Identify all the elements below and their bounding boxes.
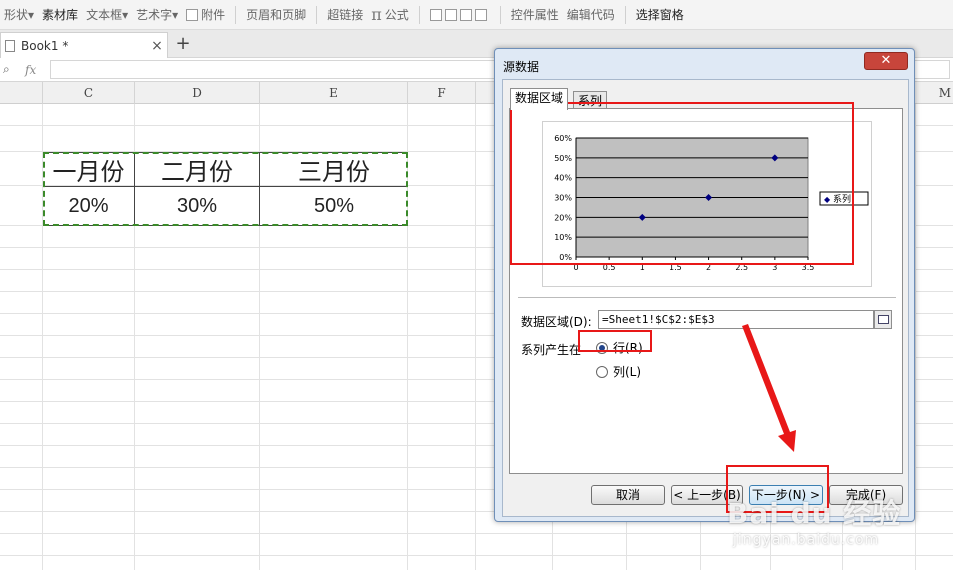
dialog-body: 数据区域 系列 0% 10% 20% 30% 40% 50% 60% 0 0.5 1 1.5 2 2.5…	[502, 79, 909, 517]
chart-legend-label: 系列	[833, 193, 851, 205]
previous-step-button[interactable]: < 上一步(B)	[671, 485, 743, 505]
column-header-c[interactable]: C	[43, 82, 135, 104]
tab-panel: 0% 10% 20% 30% 40% 50% 60% 0 0.5 1 1.5 2 2.5 3 3.5 ◆ 系列 …	[509, 108, 903, 474]
cell-e3[interactable]: 50%	[260, 186, 408, 226]
ribbon-control-properties-button[interactable]: 控件属性	[507, 0, 563, 29]
ribbon-separator	[235, 5, 237, 24]
spinner-control-icon	[459, 8, 472, 21]
tab-data-range[interactable]: 数据区域	[510, 88, 569, 110]
cancel-button[interactable]: 取消	[591, 485, 665, 505]
series-in-rows-label: 行(R)	[613, 341, 643, 355]
cell-e2[interactable]: 三月份	[260, 152, 408, 186]
source-data-dialog: 源数据 ✕ 数据区域 系列 0% 10% 20% 30% 40% 50% 60% 0 0.5 1 1…	[494, 48, 915, 522]
ribbon-attachment-button[interactable]: 附件	[182, 0, 229, 29]
listbox-control-icon	[444, 8, 457, 21]
column-header-partial[interactable]	[0, 82, 43, 104]
cell-d3[interactable]: 30%	[135, 186, 259, 226]
grid-line	[475, 104, 476, 570]
series-in-columns-option[interactable]: 列(L)	[596, 363, 641, 380]
data-range-input[interactable]: =Sheet1!$C$2:$E$3	[598, 310, 874, 329]
new-tab-icon[interactable]: +	[174, 33, 192, 54]
chart-x-tick-label: 0.5	[603, 263, 616, 272]
ribbon-material-library-button[interactable]: 素材库	[38, 0, 82, 29]
series-in-columns-radio[interactable]	[596, 365, 608, 378]
chart-x-tick-label: 2.5	[735, 263, 748, 272]
series-in-label: 系列产生在	[521, 343, 582, 357]
series-in-rows-radio[interactable]	[596, 341, 608, 354]
chart-x-tick-label: 3.5	[802, 263, 815, 272]
ribbon-shape-button[interactable]: 形状 ▾	[0, 0, 38, 29]
attachment-icon	[186, 8, 199, 21]
column-header-f[interactable]: F	[408, 82, 476, 104]
data-range-label: 数据区域(D):	[521, 315, 592, 329]
form-control-icon	[429, 8, 442, 21]
ribbon-hyperlink-button[interactable]: 超链接	[323, 0, 367, 29]
pi-icon: π	[371, 5, 382, 24]
ribbon-separator	[316, 5, 318, 24]
sheet-data-table: 一月份 二月份 三月份 20% 30% 50%	[43, 152, 408, 226]
collapse-dialog-button[interactable]	[874, 310, 892, 329]
chart-x-tick-label: 1.5	[669, 263, 682, 272]
fx-icon[interactable]: fx	[25, 63, 36, 77]
chart-x-tick-label: 1	[640, 263, 645, 272]
next-step-button[interactable]: 下一步(N) >	[749, 485, 823, 505]
grid-line	[0, 533, 953, 534]
series-in-rows-option[interactable]: 行(R)	[596, 339, 643, 356]
chart-preview: 0% 10% 20% 30% 40% 50% 60% 0 0.5 1 1.5 2 2.5 3 3.5 ◆ 系列	[542, 121, 872, 287]
close-tab-icon[interactable]: ×	[147, 38, 167, 54]
chart-x-tick-label: 0	[573, 263, 578, 272]
ribbon-textbox-button[interactable]: 文本框 ▾	[82, 0, 132, 29]
column-header-d[interactable]: D	[135, 82, 260, 104]
ribbon-separator	[499, 5, 501, 24]
ribbon-wordart-button[interactable]: 艺术字 ▾	[132, 0, 182, 29]
chart-preview-svg: 0% 10% 20% 30% 40% 50% 60% 0 0.5 1 1.5 2 2.5 3 3.5 ◆ 系列	[554, 134, 869, 272]
chart-legend-marker: ◆	[824, 195, 831, 204]
ribbon-control-icons[interactable]	[426, 0, 494, 29]
chart-y-tick-label: 20%	[554, 213, 572, 222]
ribbon-selection-pane-button[interactable]: 选择窗格	[632, 0, 688, 29]
column-header-m[interactable]: M	[915, 82, 953, 104]
ribbon-edit-code-button[interactable]: 编辑代码	[563, 0, 619, 29]
divider	[518, 297, 896, 298]
chart-y-tick-label: 10%	[554, 233, 572, 242]
finish-button[interactable]: 完成(F)	[829, 485, 903, 505]
cell-c2[interactable]: 一月份	[43, 152, 134, 186]
scroll-control-icon	[474, 8, 487, 21]
document-tab-label: Book1 *	[21, 38, 69, 53]
document-tab-book1[interactable]: Book1 * ×	[0, 32, 168, 58]
chart-y-tick-label: 50%	[554, 154, 572, 163]
zoom-icon[interactable]: ⌕	[3, 62, 17, 77]
ribbon-separator	[418, 5, 420, 24]
grid-line	[0, 555, 953, 556]
chart-y-tick-label: 40%	[554, 174, 572, 183]
column-header-e[interactable]: E	[260, 82, 408, 104]
grid-line	[915, 104, 916, 570]
ribbon-separator	[624, 5, 626, 24]
series-in-columns-label: 列(L)	[613, 365, 642, 379]
chart-x-tick-label: 3	[772, 263, 777, 272]
dialog-title: 源数据	[503, 60, 540, 74]
ribbon-formula-button[interactable]: π 公式	[367, 0, 413, 29]
ribbon-header-footer-button[interactable]: 页眉和页脚	[242, 0, 310, 29]
chart-y-tick-label: 30%	[554, 194, 572, 203]
ribbon-toolbar: 形状 ▾ 素材库 文本框 ▾ 艺术字 ▾ 附件 页眉和页脚 超链接 π 公式 控件属性 …	[0, 0, 953, 30]
chart-y-tick-label: 60%	[554, 134, 572, 143]
chart-y-tick-label: 0%	[559, 253, 572, 262]
chart-x-tick-label: 2	[706, 263, 711, 272]
dialog-close-button[interactable]: ✕	[864, 52, 908, 70]
cell-c3[interactable]: 20%	[43, 186, 134, 226]
cell-d2[interactable]: 二月份	[135, 152, 259, 186]
spreadsheet-document-icon	[5, 39, 15, 52]
